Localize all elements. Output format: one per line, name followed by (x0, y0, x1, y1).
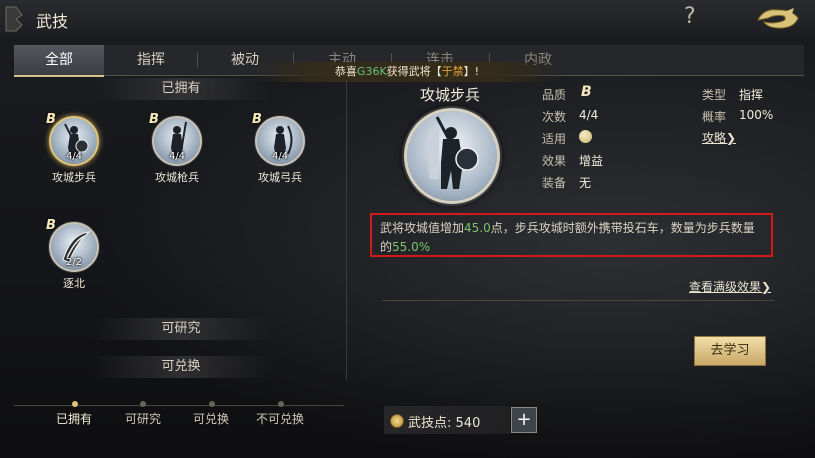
tab-all[interactable]: 全部 (14, 45, 104, 77)
skill-count: 4/4 (271, 151, 289, 162)
rate-label: 概率 (702, 110, 727, 124)
skill-portrait: 4/4 (255, 116, 305, 166)
panel-divider (346, 80, 347, 380)
skill-portrait: 4/4 (49, 116, 99, 166)
type-label: 类型 (702, 88, 727, 102)
strategy-link[interactable]: 攻略❯ (702, 129, 736, 146)
quality-value: B (581, 84, 592, 100)
page-title: 武技 (36, 12, 69, 31)
skill-points: 武技点: 540 (408, 412, 480, 431)
add-points-button[interactable]: + (511, 407, 537, 433)
filter-not-exchangeable[interactable]: 不可兑换 (256, 410, 304, 427)
skill-points-value: 540 (455, 416, 481, 431)
skill-grade: B (252, 112, 262, 127)
quality-label: 品质 (542, 88, 567, 102)
top-bar: 武技 ? (0, 0, 815, 38)
skill-name: 攻城弓兵 (258, 171, 302, 184)
view-max-effect-link[interactable]: 查看满级效果❯ (689, 278, 771, 295)
times-value: 4/4 (579, 108, 599, 122)
owned-section-header: 已拥有 (92, 78, 270, 100)
description-value: 45.0 (464, 221, 491, 235)
troop-type-icon (579, 130, 592, 143)
skill-grade: B (46, 112, 56, 127)
skill-item-siege-spearman[interactable]: 4/4 B 攻城枪兵 (147, 112, 207, 185)
skill-item-pursuit[interactable]: 2/2 B 逐北 (44, 218, 104, 291)
filter-owned[interactable]: 已拥有 (56, 410, 92, 427)
notice-middle: 获得武将【 (386, 65, 442, 78)
effect-value: 增益 (579, 154, 604, 168)
applicable-label: 适用 (542, 132, 567, 146)
skill-name: 攻城步兵 (52, 171, 96, 184)
notice-general: 于禁 (441, 65, 464, 78)
skill-count: 2/2 (65, 257, 83, 268)
skill-name: 攻城枪兵 (155, 171, 199, 184)
filter-divider (14, 405, 344, 406)
coin-icon (390, 414, 404, 428)
skill-count: 4/4 (65, 151, 83, 162)
description-value: 55.0% (392, 240, 431, 254)
notice-suffix: 】! (463, 65, 480, 78)
skill-description: 武将攻城值增加45.0点，步兵攻城时额外携带投石车，数量为步兵数量的55.0% (370, 213, 773, 257)
filter-researchable[interactable]: 可研究 (125, 410, 161, 427)
skill-grade: B (149, 112, 159, 127)
description-text: 武将攻城值增加 (380, 221, 465, 235)
skill-grade: B (46, 218, 56, 233)
notice-player: G36K (356, 65, 387, 78)
skill-points-display: 武技点: 540 (384, 406, 510, 434)
filter-exchangeable[interactable]: 可兑换 (193, 410, 229, 427)
question-mark-icon[interactable]: ? (684, 4, 696, 29)
skill-item-siege-infantry[interactable]: 4/4 B 攻城步兵 (44, 112, 104, 185)
type-value: 指挥 (739, 88, 764, 102)
exchangeable-section-header[interactable]: 可兑换 (92, 356, 270, 378)
skill-portrait: 4/4 (152, 116, 202, 166)
skill-detail-portrait (404, 108, 500, 204)
dragon-return-icon[interactable] (754, 4, 802, 34)
skill-name: 逐北 (63, 277, 85, 290)
equip-label: 装备 (542, 176, 567, 190)
learn-button[interactable]: 去学习 (694, 336, 766, 366)
corner-ornament-icon (5, 6, 23, 32)
effect-label: 效果 (542, 154, 567, 168)
skill-item-siege-archer[interactable]: 4/4 B 攻城弓兵 (250, 112, 310, 185)
skill-detail-name: 攻城步兵 (419, 86, 480, 104)
rate-value: 100% (739, 108, 774, 122)
detail-divider (382, 300, 774, 301)
times-label: 次数 (542, 110, 567, 124)
siege-infantry-icon (429, 116, 479, 189)
skill-points-label: 武技点: (408, 416, 452, 431)
skill-portrait: 2/2 (49, 222, 99, 272)
equip-value: 无 (579, 176, 592, 190)
researchable-section-header[interactable]: 可研究 (92, 318, 270, 340)
skill-count: 4/4 (168, 151, 186, 162)
skill-list-panel: 已拥有 4/4 B 攻城步兵 4/4 B 攻城枪兵 4/4 B 攻城弓兵 2/2… (14, 76, 344, 382)
tab-command[interactable]: 指挥 (106, 45, 196, 75)
